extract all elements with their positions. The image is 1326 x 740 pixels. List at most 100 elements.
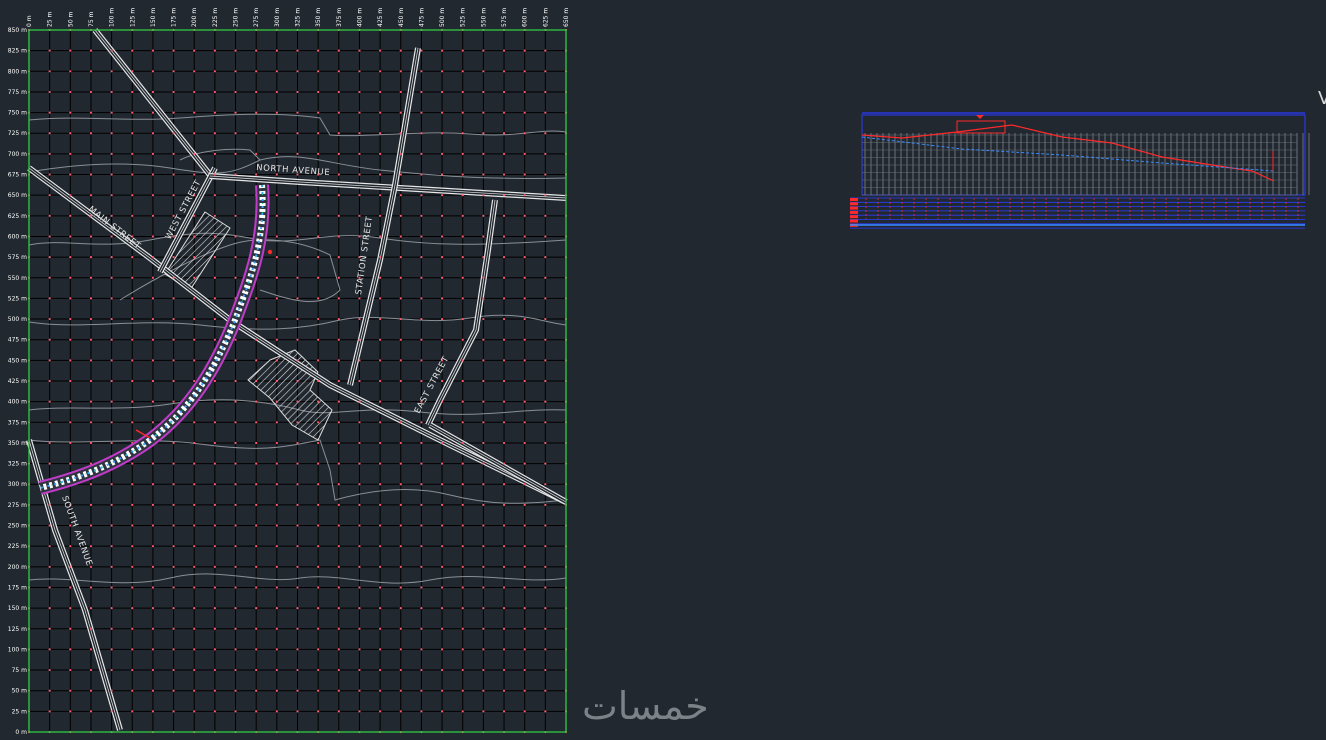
grid-node: [131, 359, 134, 362]
grid-node: [296, 524, 299, 527]
grid-node: [461, 607, 464, 610]
grid-node: [440, 338, 444, 341]
grid-node: [399, 152, 402, 155]
grid-node: [110, 256, 113, 259]
grid-node: [172, 359, 175, 362]
grid-node: [379, 441, 382, 445]
grid-node: [69, 586, 72, 589]
grid-node: [337, 524, 340, 527]
grid-node: [48, 317, 51, 321]
grid-node: [399, 483, 402, 486]
street-label-main-street: MAIN STREET: [86, 204, 143, 251]
grid-node: [502, 317, 506, 321]
grid-node: [89, 710, 93, 713]
grid-node: [69, 194, 72, 197]
grid-node: [255, 70, 258, 73]
grid-node: [275, 235, 278, 238]
grid-node: [110, 483, 113, 486]
grid-node: [234, 441, 237, 445]
grid-node: [482, 689, 485, 692]
grid-node: [461, 49, 464, 52]
grid-node: [213, 400, 216, 403]
grid-node: [337, 276, 340, 279]
grid-node: [69, 132, 72, 135]
grid-node: [544, 668, 547, 672]
grid-node: [172, 173, 175, 176]
grid-node: [358, 214, 361, 217]
grid-node: [502, 338, 506, 341]
grid-node: [89, 565, 93, 568]
grid-node: [255, 297, 258, 300]
grid-node: [193, 627, 196, 630]
grid-node: [379, 607, 382, 610]
grid-node: [234, 379, 237, 383]
grid-node: [461, 256, 464, 259]
grid-node: [172, 710, 175, 713]
grid-node: [523, 70, 526, 73]
grid-node: [502, 235, 506, 238]
grid-node: [358, 49, 361, 52]
grid-node: [358, 317, 361, 321]
grid-node: [317, 70, 320, 73]
grid-node: [399, 462, 402, 465]
grid-node: [420, 421, 423, 424]
grid-node: [420, 256, 423, 259]
grid-node: [234, 607, 237, 610]
grid-node: [337, 317, 340, 321]
grid-node: [48, 668, 51, 672]
grid-node: [420, 586, 423, 589]
road-edge: [425, 199, 498, 427]
grid-node: [296, 276, 299, 279]
grid-node: [131, 194, 134, 197]
grid-node: [544, 503, 547, 506]
grid-node: [544, 524, 547, 527]
grid-node: [89, 503, 93, 506]
grid-node: [110, 49, 113, 52]
grid-node: [317, 317, 320, 321]
grid-node: [502, 586, 506, 589]
grid-node: [131, 173, 134, 176]
grid-node: [48, 152, 51, 155]
grid-node: [358, 648, 361, 651]
grid-node: [317, 297, 320, 300]
grid-node: [317, 359, 320, 362]
grid-node: [255, 462, 258, 465]
grid-node: [420, 338, 423, 341]
grid-node: [234, 359, 237, 362]
grid-node: [48, 545, 51, 548]
profile-view[interactable]: [850, 112, 1310, 229]
grid-node: [379, 359, 382, 362]
grid-node: [48, 235, 51, 238]
grid-node: [275, 132, 278, 135]
grid-node: [399, 70, 402, 73]
grid-node: [358, 152, 361, 155]
cad-drawing-canvas[interactable]: 0 m 25 m 50 m 75 m 100 m 125 m 150 m 175 m 200 m…: [0, 0, 1326, 740]
grid-node: [234, 565, 237, 568]
grid-node: [399, 503, 402, 506]
x-axis-tick-label: 650 m: [563, 8, 570, 27]
grid-node: [193, 689, 196, 692]
grid-node: [379, 70, 382, 73]
x-axis-tick-label: 300 m: [274, 8, 281, 27]
grid-node: [420, 276, 423, 279]
grid-node: [48, 607, 51, 610]
grid-node: [213, 379, 216, 383]
grid-node: [358, 668, 361, 672]
grid-node: [440, 152, 444, 155]
grid-node: [110, 441, 113, 445]
grid-node: [544, 235, 547, 238]
grid-node: [296, 49, 299, 52]
grid-node: [420, 132, 423, 135]
grid-node: [399, 379, 402, 383]
grid-node: [523, 607, 526, 610]
grid-node: [110, 214, 113, 217]
grid-node: [48, 359, 51, 362]
grid-node: [48, 132, 51, 135]
grid-node: [48, 338, 51, 341]
grid-node: [213, 648, 216, 651]
grid-node: [234, 235, 237, 238]
grid-node: [172, 317, 175, 321]
grid-node: [502, 152, 506, 155]
grid-node: [48, 70, 51, 73]
grid-node: [399, 256, 402, 259]
